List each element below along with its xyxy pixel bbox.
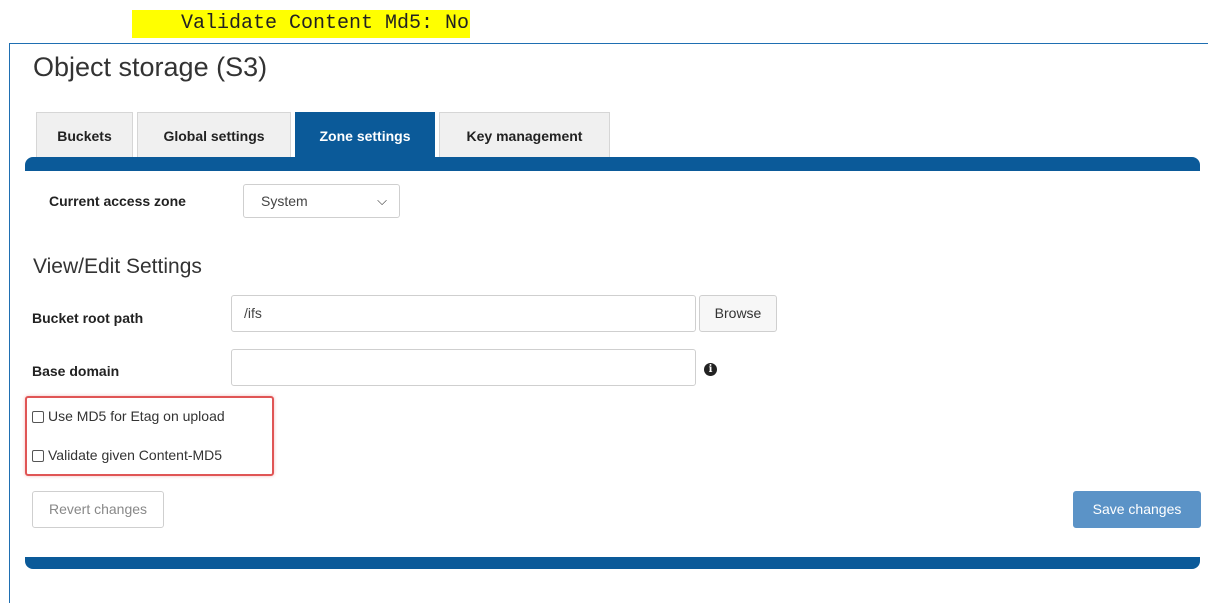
save-changes-button[interactable]: Save changes — [1073, 491, 1201, 528]
access-zone-selected-value: System — [261, 193, 308, 209]
revert-changes-button[interactable]: Revert changes — [32, 491, 164, 528]
code-snippet-highlight: Validate Content Md5: No — [132, 10, 471, 38]
tab-buckets[interactable]: Buckets — [36, 112, 133, 158]
bucket-root-path-label: Bucket root path — [32, 310, 144, 326]
current-access-zone-label: Current access zone — [49, 193, 186, 209]
bucket-root-path-input[interactable]: /ifs — [231, 295, 696, 332]
section-title: View/Edit Settings — [33, 255, 202, 278]
tab-global-settings[interactable]: Global settings — [137, 112, 291, 158]
validate-content-md5-checkbox[interactable] — [32, 450, 44, 462]
access-zone-select[interactable]: System ⌵ — [243, 184, 400, 218]
chevron-down-icon: ⌵ — [377, 193, 387, 208]
use-md5-etag-label: Use MD5 for Etag on upload — [48, 408, 225, 424]
page-title: Object storage (S3) — [33, 52, 268, 82]
panel-top-bar — [25, 157, 1200, 171]
base-domain-input[interactable] — [231, 349, 696, 386]
tab-zone-settings[interactable]: Zone settings — [295, 112, 435, 159]
validate-content-md5-label: Validate given Content-MD5 — [48, 447, 223, 463]
use-md5-etag-checkbox-row[interactable]: Use MD5 for Etag on upload — [32, 408, 225, 424]
base-domain-label: Base domain — [32, 363, 120, 379]
use-md5-etag-checkbox[interactable] — [32, 411, 44, 423]
browse-button[interactable]: Browse — [699, 295, 777, 332]
validate-content-md5-checkbox-row[interactable]: Validate given Content-MD5 — [32, 447, 222, 463]
info-icon[interactable]: i — [704, 363, 717, 376]
tab-key-management[interactable]: Key management — [439, 112, 610, 158]
panel-bottom-bar — [25, 557, 1200, 569]
